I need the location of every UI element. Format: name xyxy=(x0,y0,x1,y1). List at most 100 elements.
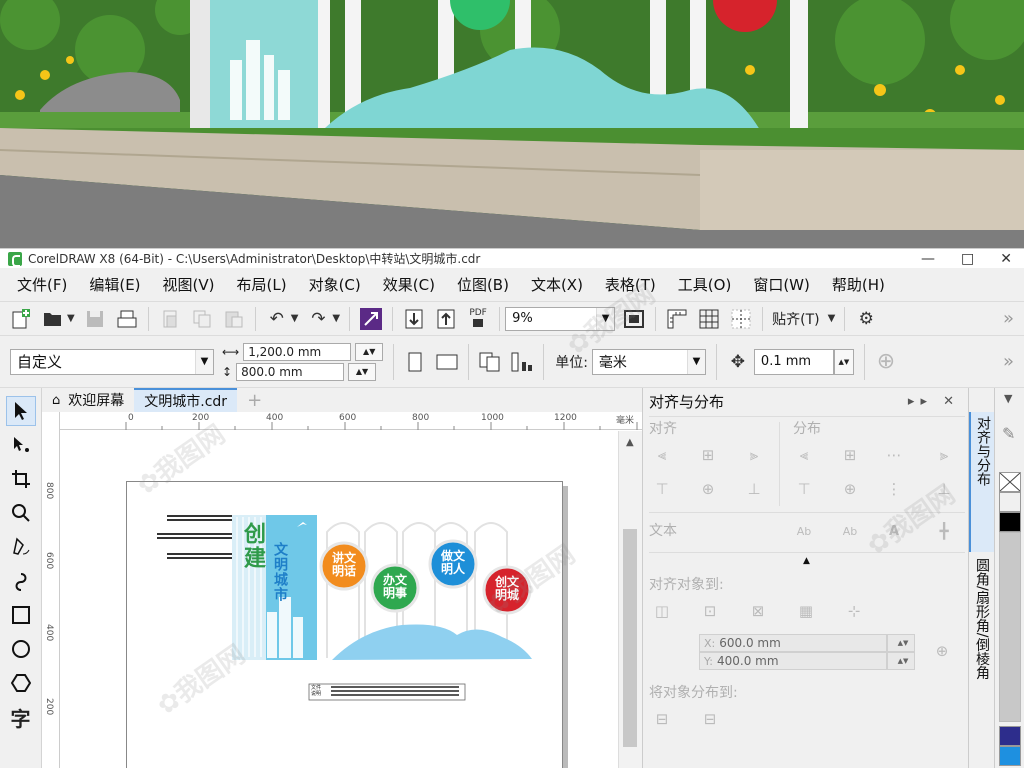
minimize-button[interactable]: — xyxy=(921,251,935,267)
shape-tool-icon[interactable] xyxy=(6,430,36,460)
publish-pdf-icon[interactable]: PDF xyxy=(465,307,491,331)
zoom-dropdown-icon[interactable]: ▼ xyxy=(596,307,615,330)
crop-tool-icon[interactable] xyxy=(6,464,36,494)
rectangle-tool-icon[interactable] xyxy=(6,600,36,630)
align-top-icon[interactable]: ⊤ xyxy=(651,478,673,500)
width-spinner[interactable]: ▲▼ xyxy=(355,342,384,361)
open-recent-dropdown-icon[interactable]: ▼ xyxy=(67,313,75,324)
text-bounding-box-icon[interactable]: A xyxy=(883,520,905,542)
distribute-left-icon[interactable]: ⫷ xyxy=(793,444,815,466)
paste-icon[interactable] xyxy=(221,307,247,331)
pick-tool-icon[interactable] xyxy=(5,396,36,426)
units-dropdown-icon[interactable]: ▼ xyxy=(686,349,705,374)
menu-help[interactable]: 帮助(H) xyxy=(821,274,896,295)
undo-dropdown-icon[interactable]: ▼ xyxy=(291,313,299,324)
polygon-tool-icon[interactable] xyxy=(6,668,36,698)
property-bar-overflow-icon[interactable]: » xyxy=(1003,351,1014,372)
align-to-grid-icon[interactable]: ▦ xyxy=(795,600,817,622)
new-document-icon[interactable] xyxy=(8,307,34,331)
add-document-tab-icon[interactable]: + xyxy=(237,388,272,412)
align-center-vertical-icon[interactable]: ⊕ xyxy=(697,478,719,500)
portrait-orientation-icon[interactable] xyxy=(402,350,428,374)
scrollbar-thumb[interactable] xyxy=(623,529,637,747)
copy-icon[interactable] xyxy=(189,307,215,331)
align-center-horizontal-icon[interactable]: ⊞ xyxy=(697,444,719,466)
align-to-point-target-icon[interactable]: ⊕ xyxy=(931,640,953,662)
close-button[interactable]: ✕ xyxy=(1000,251,1012,267)
tab-document[interactable]: 文明城市.cdr xyxy=(134,388,238,412)
text-outline-icon[interactable]: ╋ xyxy=(933,520,955,542)
open-folder-icon[interactable] xyxy=(40,307,66,331)
show-grid-icon[interactable] xyxy=(696,307,722,331)
align-left-icon[interactable]: ⫷ xyxy=(651,444,673,466)
align-to-active-object-icon[interactable]: ◫ xyxy=(651,600,673,622)
maximize-button[interactable]: □ xyxy=(961,251,974,267)
redo-dropdown-icon[interactable]: ▼ xyxy=(332,313,340,324)
undo-icon[interactable]: ↶ xyxy=(264,307,290,331)
align-y-spinner[interactable]: ▲▼ xyxy=(887,652,915,670)
align-to-page-center-icon[interactable]: ⊠ xyxy=(747,600,769,622)
distribute-spacing-h-icon[interactable]: ⋯ xyxy=(883,444,905,466)
show-guidelines-icon[interactable] xyxy=(728,307,754,331)
align-to-point-icon[interactable]: ⊹ xyxy=(843,600,865,622)
add-page-icon[interactable]: ⊕ xyxy=(873,349,899,374)
page-size-preset-combo[interactable]: 自定义 ▼ xyxy=(10,348,214,375)
text-last-baseline-icon[interactable]: Ab xyxy=(839,520,861,542)
align-right-icon[interactable]: ⫸ xyxy=(743,444,765,466)
page-size-dropdown-icon[interactable]: ▼ xyxy=(195,349,213,374)
menu-window[interactable]: 窗口(W) xyxy=(742,274,821,295)
zoom-level-combo[interactable]: 9% ▼ xyxy=(505,306,616,331)
show-rulers-icon[interactable] xyxy=(664,307,690,331)
docker-tab-fillet[interactable]: 圆角/扇形角/倒棱角 xyxy=(969,554,995,724)
artistic-media-tool-icon[interactable] xyxy=(6,566,36,596)
swatch-light-gray[interactable] xyxy=(999,532,1021,722)
drawing-canvas[interactable]: 创建 文明城市 讲文明话 办文明事 做文明人 创文明城 文件 说明 xyxy=(61,431,618,768)
menu-object[interactable]: 对象(C) xyxy=(298,274,372,295)
align-x-spinner[interactable]: ▲▼ xyxy=(887,634,915,652)
units-combo[interactable]: 毫米 ▼ xyxy=(591,348,706,375)
print-icon[interactable] xyxy=(114,307,140,331)
cut-icon[interactable] xyxy=(157,307,183,331)
zoom-tool-icon[interactable] xyxy=(6,498,36,528)
export-icon[interactable] xyxy=(433,307,459,331)
nudge-distance-input[interactable]: 0.1 mm xyxy=(753,348,834,375)
scroll-up-icon[interactable]: ▲ xyxy=(626,437,634,448)
swatch-navy[interactable] xyxy=(999,726,1021,746)
vertical-scrollbar[interactable]: ▲ xyxy=(618,431,642,768)
menu-view[interactable]: 视图(V) xyxy=(152,274,226,295)
menu-layout[interactable]: 布局(L) xyxy=(226,274,298,295)
landscape-orientation-icon[interactable] xyxy=(434,350,460,374)
menu-text[interactable]: 文本(X) xyxy=(520,274,594,295)
vertical-ruler[interactable]: 800 600 400 200 xyxy=(42,412,60,768)
swatch-white[interactable] xyxy=(999,492,1021,512)
import-icon[interactable] xyxy=(401,307,427,331)
docker-controls[interactable]: ▸▸ ✕ xyxy=(908,394,960,409)
menu-edit[interactable]: 编辑(E) xyxy=(78,274,151,295)
artwork[interactable] xyxy=(127,482,564,768)
drawing-page[interactable]: 创建 文明城市 讲文明话 办文明事 做文明人 创文明城 文件 说明 xyxy=(126,481,563,768)
align-x-field[interactable]: X: 600.0 mm xyxy=(699,634,887,652)
menu-tools[interactable]: 工具(O) xyxy=(667,274,743,295)
freehand-tool-icon[interactable] xyxy=(6,532,36,562)
horizontal-ruler[interactable]: ⊢ 0 200 400 600 800 1000 1200 毫米 xyxy=(52,412,642,430)
distribute-top-icon[interactable]: ⊤ xyxy=(793,478,815,500)
snap-dropdown-icon[interactable]: ▼ xyxy=(828,313,836,324)
eyedropper-icon[interactable]: ✎ xyxy=(1002,424,1015,443)
full-screen-preview-icon[interactable] xyxy=(621,307,647,331)
ellipse-tool-icon[interactable] xyxy=(6,634,36,664)
align-to-page-edge-icon[interactable]: ⊡ xyxy=(699,600,721,622)
tab-welcome-screen[interactable]: ⌂ 欢迎屏幕 xyxy=(42,388,134,412)
distribute-center-v-icon[interactable]: ⊕ xyxy=(839,478,861,500)
distribute-to-selection-icon[interactable]: ⊟ xyxy=(651,708,673,730)
page-width-input[interactable]: 1,200.0 mm xyxy=(243,342,352,361)
distribute-right-icon[interactable]: ⫸ xyxy=(933,444,955,466)
toolbar-overflow-icon[interactable]: » xyxy=(1003,308,1014,329)
docker-tab-align[interactable]: 对齐与分布 xyxy=(969,412,995,552)
text-tool-icon[interactable]: 字 xyxy=(6,702,36,732)
page-height-input[interactable]: 800.0 mm xyxy=(236,362,345,381)
nudge-spinner[interactable]: ▲▼ xyxy=(833,348,854,375)
all-pages-icon[interactable] xyxy=(477,350,503,374)
current-page-icon[interactable] xyxy=(509,350,535,374)
distribute-bottom-icon[interactable]: ⊥ xyxy=(933,478,955,500)
align-y-field[interactable]: Y: 400.0 mm xyxy=(699,652,887,670)
